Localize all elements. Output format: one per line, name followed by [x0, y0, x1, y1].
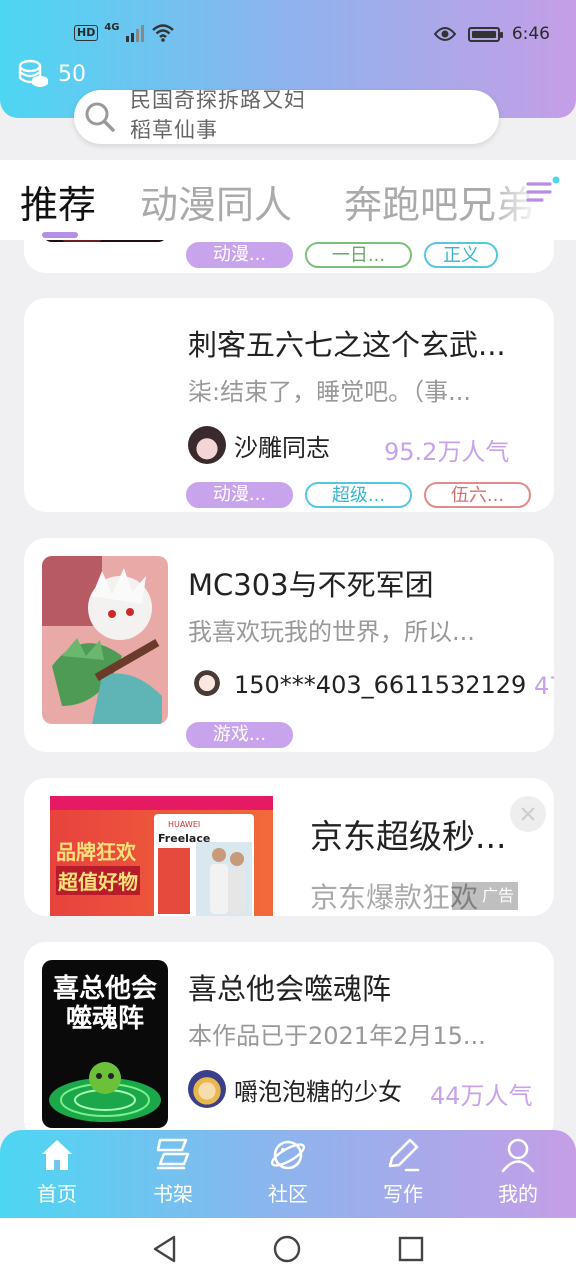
tag-list: 动漫... 一日... 正义: [186, 242, 498, 268]
avatar: [188, 666, 226, 704]
book-author: 嚼泡泡糖的少女: [188, 1070, 402, 1108]
system-navigation-bar: [0, 1218, 576, 1280]
book-cover: [42, 316, 168, 484]
book-card[interactable]: MC303与不死军团 我喜欢玩我的世界，所以... 150***403_6611…: [24, 538, 554, 752]
tab-recommend[interactable]: 推荐: [20, 174, 96, 229]
avatar: [188, 426, 226, 464]
avatar: [188, 1070, 226, 1108]
book-description: 柒:结束了，睡觉吧。（事...: [188, 378, 471, 406]
ad-image-subline: 超值好物: [56, 866, 140, 895]
cover-art: [42, 556, 168, 724]
nav-label: 写作: [383, 1182, 423, 1206]
coin-balance[interactable]: 50: [18, 58, 86, 90]
close-icon: [521, 807, 535, 821]
home-icon: [42, 1140, 72, 1170]
tab-anime-fan[interactable]: 动漫同人: [140, 174, 292, 229]
book-author: 150***403_6611532129: [188, 666, 526, 704]
status-bar: HD 4G 6:46: [0, 18, 576, 52]
popularity: 44万人气: [430, 1082, 533, 1110]
nav-community[interactable]: 社区: [243, 1136, 333, 1212]
ad-title: 京东超级秒...: [310, 817, 507, 856]
tag[interactable]: 超级...: [305, 482, 412, 508]
author-name: 150***403_6611532129: [234, 671, 527, 699]
ad-badge: 广告: [452, 882, 518, 910]
book-description: 我喜欢玩我的世界，所以...: [188, 618, 475, 646]
ad-close-button[interactable]: [510, 796, 546, 832]
network-label: 4G: [104, 21, 120, 33]
nav-home[interactable]: 首页: [12, 1136, 102, 1212]
book-cover: [42, 556, 168, 724]
pencil-icon: [388, 1138, 420, 1172]
status-time: 6:46: [511, 24, 550, 44]
nav-label: 首页: [37, 1182, 77, 1206]
cover-art: [49, 1062, 161, 1122]
category-menu-icon[interactable]: [526, 176, 560, 206]
wifi-icon: [151, 24, 174, 42]
tag[interactable]: 动漫...: [186, 242, 293, 268]
ad-image: 品牌狂欢 超值好物 HUAWEI Freelace: [50, 796, 273, 916]
book-card[interactable]: 喜总他会噬魂阵 喜总他会噬魂阵 本作品已于2021年2月15... 嚼泡泡糖的少…: [24, 942, 554, 1142]
hd-badge: HD: [74, 25, 99, 41]
tag[interactable]: 游戏...: [186, 722, 293, 748]
search-hint-line2: 稻草仙事: [130, 118, 218, 142]
coin-stack-icon: [18, 59, 48, 87]
search-icon: [85, 102, 115, 132]
nav-write[interactable]: 写作: [358, 1136, 448, 1212]
active-tab-indicator: [42, 232, 78, 238]
book-title: 喜总他会噬魂阵: [188, 972, 392, 1006]
search-hint-line1: 民国奇探拆路又妇: [130, 90, 306, 112]
planet-icon: [270, 1140, 306, 1170]
category-tabs: 推荐 动漫同人 奔跑吧兄弟: [0, 160, 576, 240]
battery-icon: [467, 26, 503, 42]
tag-list: 动漫... 超级... 伍六...: [186, 482, 531, 508]
ad-card[interactable]: 品牌狂欢 超值好物 HUAWEI Freelace 京东超级秒... 京东爆款狂…: [24, 778, 554, 916]
home-circle-icon[interactable]: [272, 1234, 302, 1264]
search-bar[interactable]: 民国奇探拆路又妇 稻草仙事: [74, 90, 499, 144]
eye-icon: [433, 27, 456, 41]
book-author: 沙雕同志: [188, 426, 330, 464]
popularity: 471: [534, 672, 554, 700]
nav-label: 社区: [268, 1182, 308, 1206]
bookshelf-icon: [156, 1138, 190, 1170]
author-name: 嚼泡泡糖的少女: [234, 1077, 402, 1106]
tag-list: 游戏...: [186, 722, 293, 748]
tag[interactable]: 一日...: [305, 242, 412, 268]
ad-brand: HUAWEI: [168, 820, 201, 829]
recents-icon[interactable]: [396, 1234, 426, 1264]
tag[interactable]: 正义: [424, 242, 498, 268]
coin-count: 50: [58, 61, 86, 87]
popularity: 95.2万人气: [384, 438, 510, 466]
book-title: 刺客五六七之这个玄武...: [188, 328, 506, 362]
book-cover: 喜总他会噬魂阵: [42, 960, 168, 1128]
ad-image-headline: 品牌狂欢: [56, 840, 136, 864]
book-description: 本作品已于2021年2月15...: [188, 1022, 486, 1050]
bottom-navigation: 首页 书架 社区 写作 我的: [0, 1130, 576, 1218]
tag[interactable]: 伍六...: [424, 482, 531, 508]
nav-bookshelf[interactable]: 书架: [128, 1136, 218, 1212]
book-card[interactable]: 刺客五六七之这个玄武... 柒:结束了，睡觉吧。（事... 沙雕同志 95.2万…: [24, 298, 554, 512]
nav-label: 书架: [153, 1182, 193, 1206]
book-title: MC303与不死军团: [188, 568, 434, 602]
nav-label: 我的: [498, 1182, 538, 1206]
nav-profile[interactable]: 我的: [473, 1136, 563, 1212]
back-icon[interactable]: [150, 1234, 180, 1264]
signal-icon: [125, 25, 144, 42]
author-name: 沙雕同志: [234, 433, 330, 462]
status-right: 6:46: [433, 24, 550, 44]
user-icon: [501, 1138, 535, 1173]
tag[interactable]: 动漫...: [186, 482, 293, 508]
status-indicators: HD 4G: [74, 21, 174, 42]
